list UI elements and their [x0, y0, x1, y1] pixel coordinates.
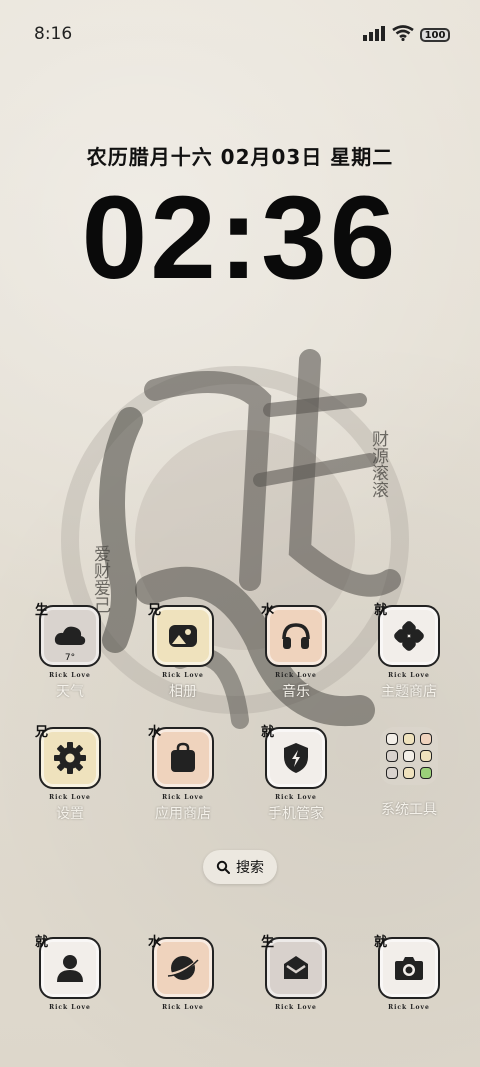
tile-caption: Rick Love [388, 1004, 430, 1011]
tile-caption: Rick Love [388, 672, 430, 679]
date-line: 农历腊月十六 02月03日 星期二 [86, 145, 394, 169]
tile-caption: Rick Love [162, 672, 204, 679]
headphones-icon [282, 623, 310, 649]
photo-icon [169, 625, 197, 647]
mini-app-icon [419, 766, 432, 779]
badge-glyph: 就 [35, 935, 49, 950]
calligraphy-right-text: 财源滚滚 [368, 430, 389, 498]
weather-tile: 生 7° Rick Love [35, 603, 101, 679]
camera-tile: 就 Rick Love [374, 935, 440, 1011]
browser-icon [167, 956, 199, 980]
app-label: 设置 [56, 806, 84, 822]
app-gallery[interactable]: 兄 Rick Love 相册 [140, 603, 226, 701]
app-label: 应用商店 [155, 806, 211, 822]
mini-app-icon [386, 733, 399, 746]
app-system-tools-folder[interactable]: 系统工具 [366, 727, 452, 819]
tile-caption: Rick Love [275, 794, 317, 801]
bag-icon [171, 742, 195, 772]
calligraphy-left-text: 爱财爱己 [90, 545, 111, 613]
theme-store-tile: 就 Rick Love [374, 603, 440, 679]
cloud-icon [54, 626, 86, 645]
clock: 02:36 [81, 172, 399, 304]
app-label: 天气 [56, 684, 84, 700]
phone-manager-tile: 就 Rick Love [261, 725, 327, 801]
messages-tile: 生 Rick Love [261, 935, 327, 1011]
app-label: 音乐 [282, 684, 310, 700]
search-icon [216, 860, 230, 874]
tile-caption: Rick Love [49, 672, 91, 679]
badge-glyph: 水 [148, 935, 162, 950]
music-tile: 水 Rick Love [261, 603, 327, 679]
camera-icon [395, 957, 423, 980]
mini-app-icon [402, 766, 415, 779]
app-label: 系统工具 [381, 802, 437, 818]
tile-caption: Rick Love [275, 1004, 317, 1011]
app-music[interactable]: 水 Rick Love 音乐 [253, 603, 339, 701]
badge-glyph: 生 [261, 935, 275, 950]
app-theme-store[interactable]: 就 Rick Love 主题商店 [366, 603, 452, 701]
weather-temp: 7° [64, 653, 76, 663]
messages-icon [284, 956, 308, 979]
badge-glyph: 水 [261, 603, 275, 618]
contacts-tile: 就 Rick Love [35, 935, 101, 1011]
tile-caption: Rick Love [49, 794, 91, 801]
mini-app-icon [419, 749, 432, 762]
gear-icon [54, 742, 86, 774]
badge-glyph: 就 [374, 935, 388, 950]
wifi-icon [392, 25, 414, 45]
contacts-icon [57, 955, 83, 982]
tile-caption: Rick Love [49, 1004, 91, 1011]
dock-messages[interactable]: 生 Rick Love [253, 935, 339, 1011]
app-label: 手机管家 [268, 806, 324, 822]
search-button[interactable]: 搜索 [203, 850, 277, 884]
status-bar: 8:16 100 [0, 22, 480, 48]
badge-glyph: 就 [374, 603, 388, 618]
mini-app-icon [419, 733, 432, 746]
badge-glyph: 水 [148, 725, 162, 740]
settings-tile: 兄 Rick Love [35, 725, 101, 801]
dock-contacts[interactable]: 就 Rick Love [27, 935, 113, 1011]
tile-caption: Rick Love [275, 672, 317, 679]
dock-camera[interactable]: 就 Rick Love [366, 935, 452, 1011]
clover-icon [394, 621, 424, 651]
battery-level: 100 [424, 29, 446, 41]
status-time: 8:16 [34, 24, 73, 44]
mini-app-icon [402, 733, 415, 746]
browser-tile: 水 Rick Love [148, 935, 214, 1011]
mini-app-icon [386, 749, 399, 762]
app-label: 主题商店 [381, 684, 437, 700]
app-store-tile: 水 Rick Love [148, 725, 214, 801]
battery-icon: 100 [420, 28, 450, 42]
badge-glyph: 兄 [148, 603, 162, 618]
app-weather[interactable]: 生 7° Rick Love 天气 [27, 603, 113, 701]
search-label: 搜索 [236, 860, 264, 876]
badge-glyph: 兄 [35, 725, 49, 740]
mini-app-icon [402, 749, 415, 762]
app-phone-manager[interactable]: 就 Rick Love 手机管家 [253, 725, 339, 823]
shield-icon [284, 743, 308, 773]
status-icons: 100 [362, 25, 450, 45]
mini-app-icon [386, 766, 399, 779]
app-settings[interactable]: 兄 Rick Love 设置 [27, 725, 113, 823]
tile-caption: Rick Love [162, 794, 204, 801]
dock-browser[interactable]: 水 Rick Love [140, 935, 226, 1011]
signal-icon [362, 25, 386, 45]
app-app-store[interactable]: 水 Rick Love 应用商店 [140, 725, 226, 823]
app-label: 相册 [169, 684, 197, 700]
badge-glyph: 就 [261, 725, 275, 740]
folder-icon [380, 727, 438, 785]
badge-glyph: 生 [35, 603, 49, 618]
tile-caption: Rick Love [162, 1004, 204, 1011]
gallery-tile: 兄 Rick Love [148, 603, 214, 679]
